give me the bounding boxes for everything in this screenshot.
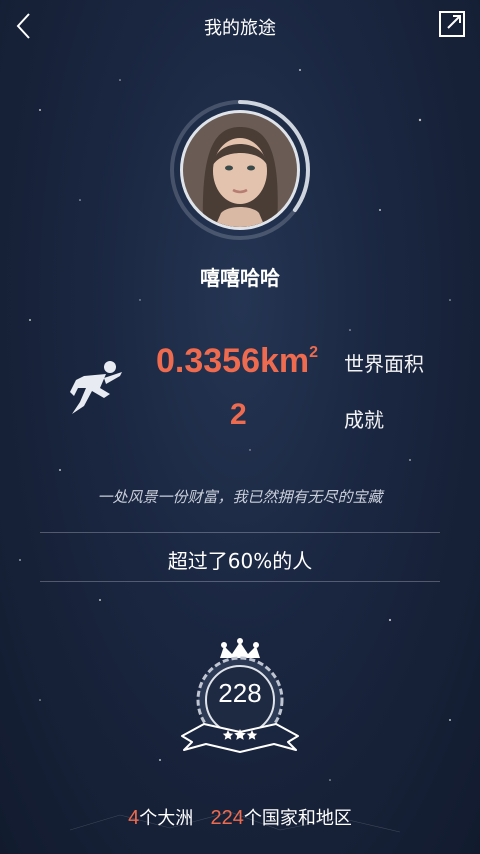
username: 嘻嘻哈哈 (200, 266, 280, 290)
beat-percentage-text: 超过了60%的人 (167, 549, 313, 573)
motto-text: 一处风景一份财富，我已然拥有无尽的宝藏 (97, 488, 383, 506)
share-button[interactable] (438, 10, 466, 38)
divider-bottom (40, 581, 440, 582)
share-external-icon (439, 11, 465, 37)
divider-top (40, 532, 440, 533)
footer-summary: 4个大洲 224个国家和地区 (0, 804, 480, 830)
continents-label: 个大洲 (139, 808, 194, 829)
countries-count: 224 (210, 807, 244, 829)
user-portrait-icon (183, 113, 297, 227)
achievements-label: 成就 (344, 408, 384, 432)
badge-count: 228 (218, 678, 262, 708)
world-area-label: 世界面积 (344, 352, 424, 376)
top-bar: 我的旅途 (0, 0, 480, 52)
runner-icon (70, 361, 122, 414)
continents-count: 4 (128, 807, 140, 829)
world-area-number: 0.3356km (156, 342, 310, 380)
achievements-value: 2 (230, 398, 247, 431)
world-area-value: 0.3356km2 (156, 342, 318, 381)
page-title: 我的旅途 (204, 18, 276, 39)
avatar (180, 110, 300, 230)
app-screen: { "header": { "title": "我的旅途", "back_ico… (0, 0, 480, 854)
countries-label: 个国家和地区 (243, 808, 352, 829)
area-unit-superscript: 2 (309, 344, 319, 361)
avatar-container[interactable] (168, 98, 312, 242)
